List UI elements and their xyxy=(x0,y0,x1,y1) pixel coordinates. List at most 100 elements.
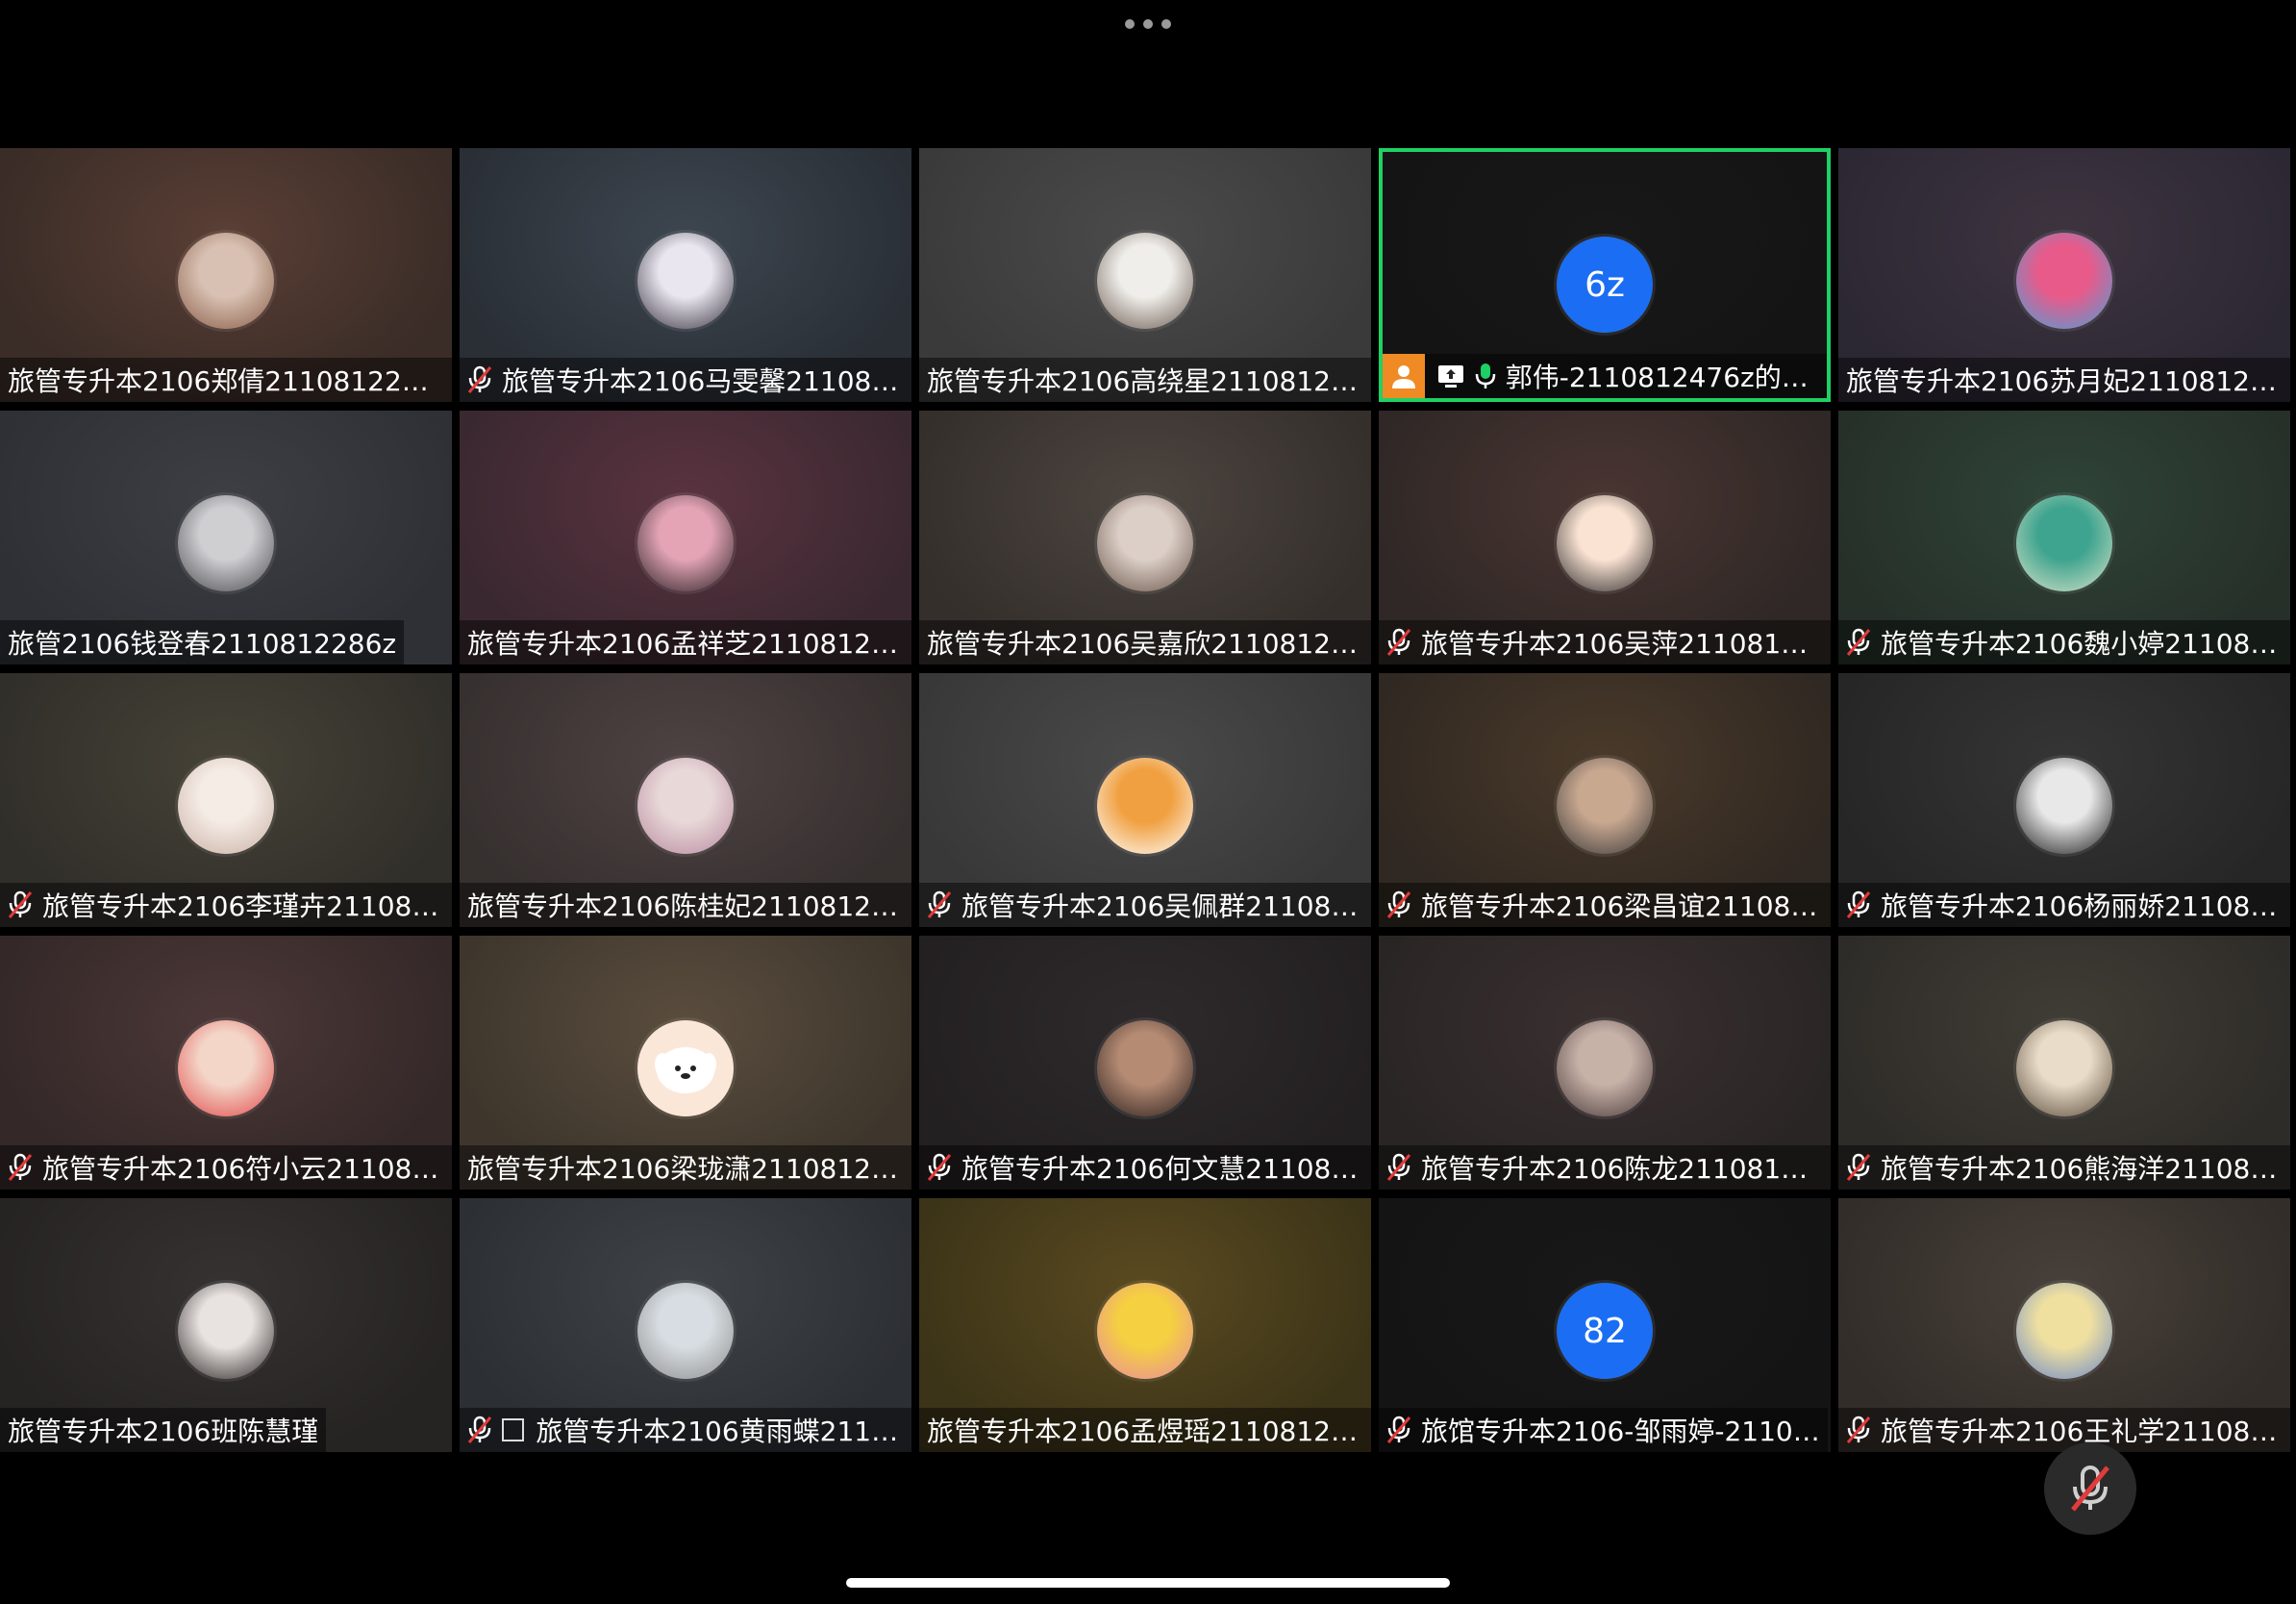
participant-tile[interactable]: 82 旅馆专升本2106-邹雨婷-2110… xyxy=(1379,1198,1831,1452)
avatar xyxy=(2016,758,2112,854)
participant-tile[interactable]: 旅管专升本2106吴佩群2110812… xyxy=(919,673,1371,927)
participant-name: 旅管专升本2106马雯馨2110812… xyxy=(502,365,904,397)
participant-label: 旅管专升本2106孟祥芝2110812291z xyxy=(460,620,911,664)
participant-tile[interactable]: 旅管专升本2106班陈慧瑾 xyxy=(0,1198,452,1452)
participant-name: 旅管专升本2106何文慧2110812… xyxy=(961,1153,1363,1185)
mic-muted-icon xyxy=(1846,890,1871,919)
mic-muted-icon xyxy=(467,365,492,394)
participant-label: 旅管专升本2106马雯馨2110812… xyxy=(460,358,911,402)
participant-label: 旅管专升本2106吴萍21108124… xyxy=(1379,620,1831,664)
mic-muted-icon xyxy=(2071,1466,2109,1512)
participant-tile[interactable]: 旅管2106钱登春2110812286z xyxy=(0,411,452,664)
participant-label: 旅管2106钱登春2110812286z xyxy=(0,620,405,664)
participant-name: 旅管专升本2106梁珑潇2110812471z xyxy=(467,1153,904,1185)
mic-muted-icon xyxy=(1846,628,1871,657)
participant-name: 旅管专升本2106郑倩2110812248z xyxy=(8,365,444,397)
mic-muted-icon xyxy=(8,1153,33,1182)
participant-tile[interactable]: 旅管专升本2106何文慧2110812… xyxy=(919,936,1371,1190)
participant-tile[interactable]: 旅管专升本2106魏小婷2110812… xyxy=(1838,411,2290,664)
participant-name: 旅管专升本2106梁昌谊2110812… xyxy=(1421,890,1823,922)
avatar xyxy=(1557,495,1653,591)
participant-label: 旅管专升本2106熊海洋2110812… xyxy=(1838,1145,2290,1190)
participant-name: 旅管专升本2106李瑾卉2110812… xyxy=(42,890,444,922)
participant-name: 旅管专升本2106班陈慧瑾 xyxy=(8,1416,319,1447)
participant-name: 旅管专升本2106吴佩群2110812… xyxy=(961,890,1363,922)
participant-label: 旅管专升本2106李瑾卉2110812… xyxy=(0,883,452,927)
avatar xyxy=(178,758,274,854)
participant-tile[interactable]: 旅管专升本2106王礼学2110812… xyxy=(1838,1198,2290,1452)
participant-label: 旅管专升本2106符小云2110812… xyxy=(0,1145,452,1190)
avatar xyxy=(637,758,734,854)
participant-label: 旅管专升本2106吴嘉欣2110812528z xyxy=(919,620,1371,664)
participant-name: 旅管专升本2106吴嘉欣2110812528z xyxy=(927,628,1363,660)
participant-name: 旅管专升本2106高绕星2110812487z xyxy=(927,365,1363,397)
avatar xyxy=(2016,495,2112,591)
participant-label: 旅管专升本2106郑倩2110812248z xyxy=(0,358,452,402)
mic-muted-icon xyxy=(1386,628,1411,657)
participant-label: 旅管专升本2106梁昌谊2110812… xyxy=(1379,883,1831,927)
participant-label: 旅管专升本2106陈桂妃2110812572z xyxy=(460,883,911,927)
avatar xyxy=(178,1020,274,1116)
mute-toggle-button[interactable] xyxy=(2044,1442,2136,1535)
participant-label: 旅管专升本2106苏月妃2110812574z xyxy=(1838,358,2290,402)
home-indicator[interactable] xyxy=(846,1578,1450,1588)
avatar xyxy=(637,1283,734,1379)
participant-tile[interactable]: 旅管专升本2106黄雨蝶2110… xyxy=(460,1198,911,1452)
participant-tile[interactable]: 旅管专升本2106孟煜瑶2110812540z xyxy=(919,1198,1371,1452)
mic-muted-icon xyxy=(927,890,952,919)
participant-label: 旅管专升本2106杨丽娇2110812… xyxy=(1838,883,2290,927)
participant-label: 郭伟-2110812476z的屏… xyxy=(1383,354,1827,398)
participant-label: 旅管专升本2106王礼学2110812… xyxy=(1838,1408,2290,1452)
participant-name: 旅管专升本2106孟煜瑶2110812540z xyxy=(927,1416,1363,1447)
avatar xyxy=(1097,758,1193,854)
avatar xyxy=(2016,1283,2112,1379)
avatar xyxy=(1097,233,1193,329)
participant-label: 旅管专升本2106高绕星2110812487z xyxy=(919,358,1371,402)
mic-muted-icon xyxy=(1386,890,1411,919)
participant-name: 旅管专升本2106符小云2110812… xyxy=(42,1153,444,1185)
mic-on-icon xyxy=(1475,362,1496,390)
participant-tile[interactable]: 旅管专升本2106杨丽娇2110812… xyxy=(1838,673,2290,927)
participant-tile[interactable]: 旅管专升本2106吴嘉欣2110812528z xyxy=(919,411,1371,664)
participant-name: 旅管专升本2106黄雨蝶2110… xyxy=(536,1416,904,1447)
more-options-icon[interactable] xyxy=(1125,13,1171,35)
mic-muted-icon xyxy=(1386,1153,1411,1182)
participant-tile[interactable]: 6z 郭伟-2110812476z的屏… xyxy=(1379,148,1831,402)
participant-name: 旅管专升本2106孟祥芝2110812291z xyxy=(467,628,904,660)
participant-label: 旅管专升本2106梁珑潇2110812471z xyxy=(460,1145,911,1190)
avatar xyxy=(1097,1283,1193,1379)
avatar xyxy=(2016,233,2112,329)
participant-tile[interactable]: 旅管专升本2106孟祥芝2110812291z xyxy=(460,411,911,664)
participant-tile[interactable]: 旅管专升本2106马雯馨2110812… xyxy=(460,148,911,402)
participant-name: 旅管专升本2106陈桂妃2110812572z xyxy=(467,890,904,922)
participant-label: 旅管专升本2106吴佩群2110812… xyxy=(919,883,1371,927)
participant-label: 旅管专升本2106何文慧2110812… xyxy=(919,1145,1371,1190)
avatar xyxy=(2016,1020,2112,1116)
participant-tile[interactable]: 旅管专升本2106郑倩2110812248z xyxy=(0,148,452,402)
participant-tile[interactable]: 旅管专升本2106苏月妃2110812574z xyxy=(1838,148,2290,402)
avatar xyxy=(1097,495,1193,591)
participant-tile[interactable]: 旅管专升本2106陈桂妃2110812572z xyxy=(460,673,911,927)
participant-tile[interactable]: 旅管专升本2106高绕星2110812487z xyxy=(919,148,1371,402)
avatar-initials: 6z xyxy=(1557,237,1653,333)
screen-share-icon xyxy=(1436,363,1465,388)
participant-name: 旅管专升本2106吴萍21108124… xyxy=(1421,628,1823,660)
participant-name: 旅管专升本2106苏月妃2110812574z xyxy=(1846,365,2283,397)
participant-label: 旅馆专升本2106-邹雨婷-2110… xyxy=(1379,1408,1828,1452)
participant-label: 旅管专升本2106陈龙2110812421z xyxy=(1379,1145,1831,1190)
participant-tile[interactable]: 旅管专升本2106梁珑潇2110812471z xyxy=(460,936,911,1190)
checkbox-icon xyxy=(502,1418,525,1441)
participant-name: 郭伟-2110812476z的屏… xyxy=(1505,362,1819,393)
participant-tile[interactable]: 旅管专升本2106熊海洋2110812… xyxy=(1838,936,2290,1190)
participant-tile[interactable]: 旅管专升本2106陈龙2110812421z xyxy=(1379,936,1831,1190)
participant-tile[interactable]: 旅管专升本2106梁昌谊2110812… xyxy=(1379,673,1831,927)
mic-muted-icon xyxy=(467,1416,492,1444)
avatar xyxy=(178,495,274,591)
participant-name: 旅管专升本2106杨丽娇2110812… xyxy=(1881,890,2283,922)
participant-name: 旅管2106钱登春2110812286z xyxy=(8,628,397,660)
participant-tile[interactable]: 旅管专升本2106吴萍21108124… xyxy=(1379,411,1831,664)
mic-muted-icon xyxy=(1846,1153,1871,1182)
avatar xyxy=(1557,758,1653,854)
participant-tile[interactable]: 旅管专升本2106李瑾卉2110812… xyxy=(0,673,452,927)
participant-tile[interactable]: 旅管专升本2106符小云2110812… xyxy=(0,936,452,1190)
